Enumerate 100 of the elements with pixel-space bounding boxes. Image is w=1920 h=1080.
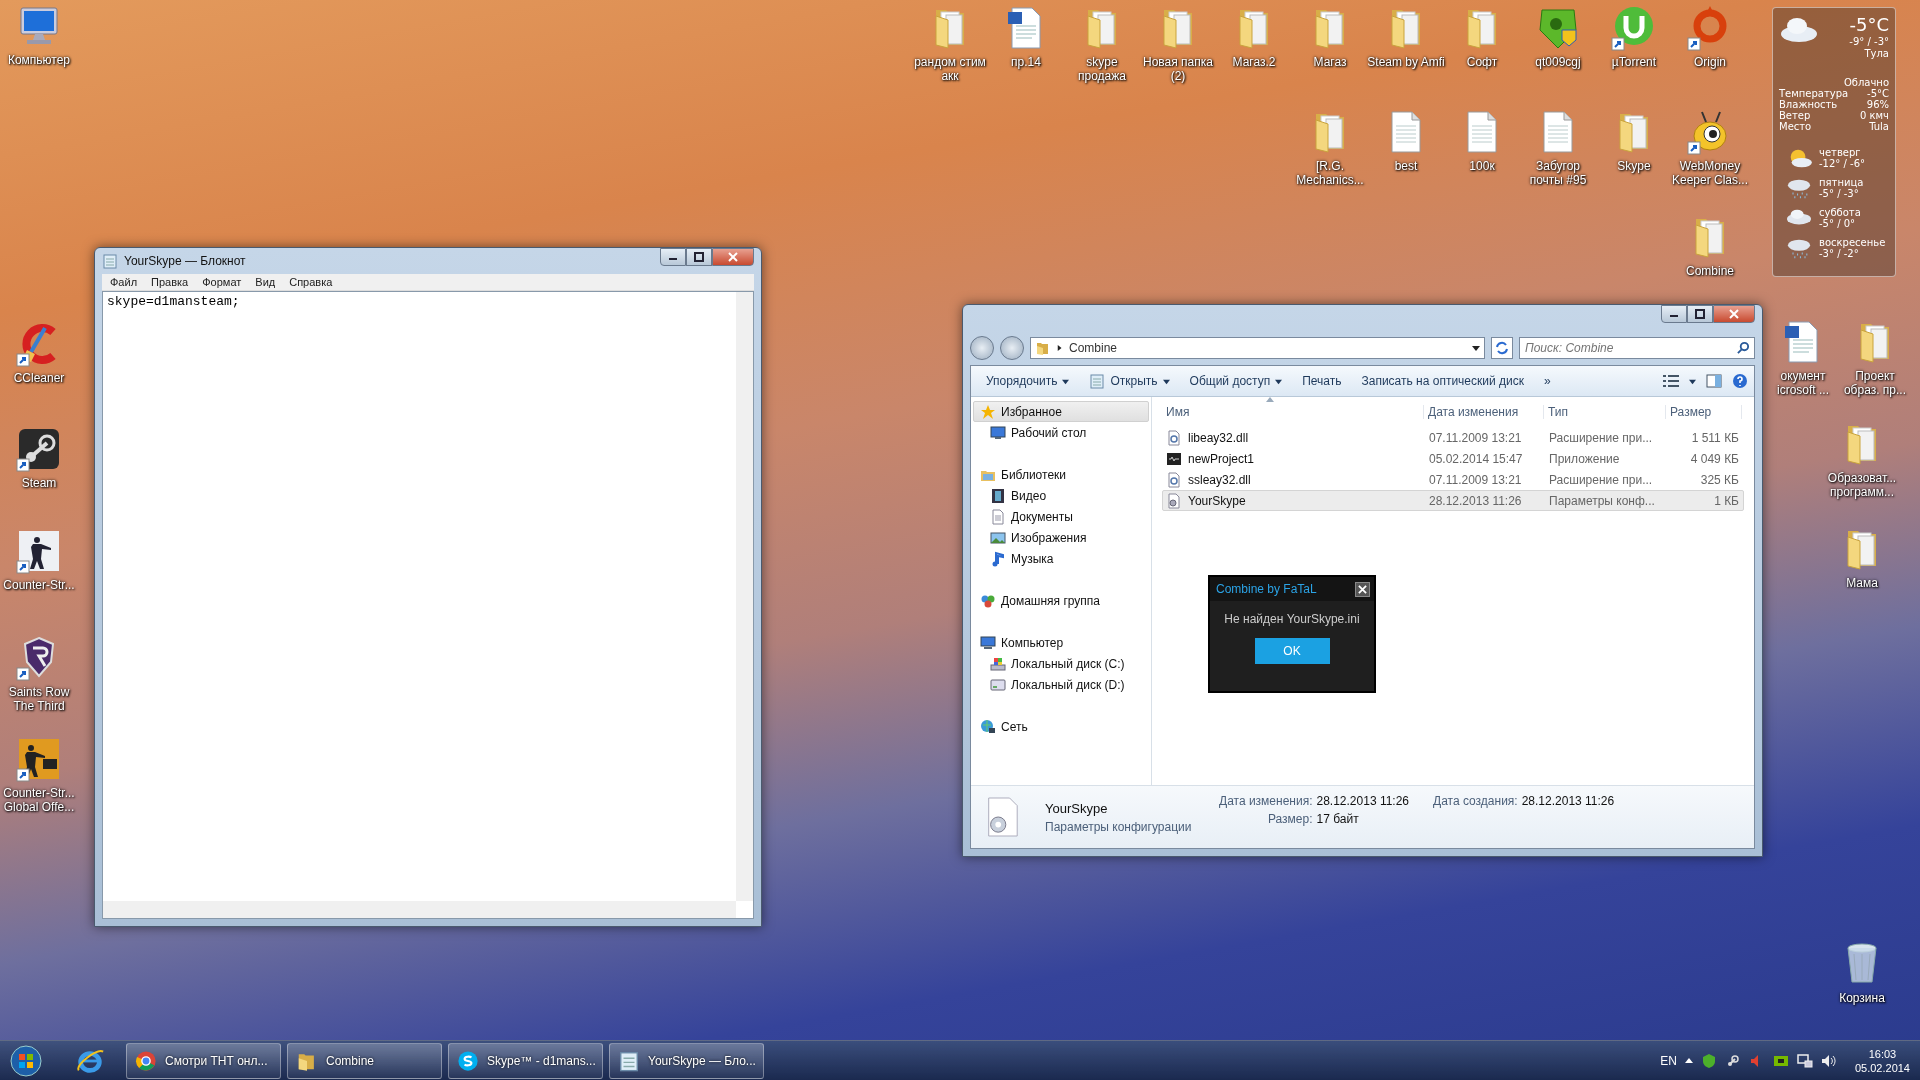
weather-label: Место xyxy=(1779,121,1813,132)
desktop-icon-label[interactable]: Корзина xyxy=(1839,991,1885,1005)
folder-icon xyxy=(1035,340,1051,356)
column-header[interactable]: Тип xyxy=(1544,405,1666,419)
detail-value: 28.12.2013 11:26 xyxy=(1316,794,1410,808)
date-cell-text: 07.11.2009 13:21 xyxy=(1428,472,1523,487)
address-bar[interactable]: Combine xyxy=(1030,337,1485,359)
caret-icon[interactable] xyxy=(1684,1056,1693,1065)
weather-value: Tula xyxy=(1868,121,1889,132)
toolbar-button[interactable]: Упорядочить xyxy=(977,370,1079,392)
caret-icon xyxy=(1062,377,1070,385)
column-header[interactable]: Дата изменения xyxy=(1424,405,1544,419)
nav-item[interactable]: Домашняя группа xyxy=(973,590,1149,611)
maximize-icon xyxy=(1695,309,1705,319)
nav-item[interactable]: Локальный диск (D:) xyxy=(973,674,1149,695)
forecast-day: воскресенье xyxy=(1819,237,1886,248)
taskbar-button[interactable]: Skype™ - d1mans... xyxy=(448,1042,603,1079)
taskbar-button[interactable]: YourSkype — Бло... xyxy=(609,1042,764,1079)
maximize-button[interactable] xyxy=(1687,305,1713,323)
file-row[interactable]: newProject1 05.02.2014 15:47 Приложение 4 049 КБ xyxy=(1162,448,1744,469)
music-note-icon xyxy=(990,550,1006,567)
minimize-button[interactable] xyxy=(660,248,686,266)
file-name: newProject1 xyxy=(1163,450,1425,467)
city-name: Тула xyxy=(1864,48,1889,59)
menu-item[interactable]: Правка xyxy=(151,276,189,288)
shield-icon[interactable] xyxy=(1700,1052,1717,1069)
view-icon[interactable] xyxy=(1663,375,1679,387)
more-button[interactable]: » xyxy=(1535,370,1560,392)
weather-value: -5°C xyxy=(1866,88,1889,99)
forecast-day: суббота xyxy=(1819,207,1861,218)
nav-item[interactable]: Изображения xyxy=(973,527,1149,548)
nav-item[interactable]: Библиотеки xyxy=(973,464,1149,485)
date-cell-text: 28.12.2013 11:26 xyxy=(1428,493,1523,508)
nav-item[interactable]: Сеть xyxy=(973,716,1149,737)
close-icon xyxy=(1358,584,1367,594)
taskbar-button[interactable]: Смотри ТНТ онл... xyxy=(126,1042,281,1079)
nav-item[interactable]: Избранное xyxy=(973,401,1149,422)
help-icon[interactable] xyxy=(1732,373,1748,389)
file-row[interactable]: libeay32.dll 07.11.2009 13:21 Расширение при... 1 511 КБ xyxy=(1162,427,1744,448)
desktop-icon-label[interactable]: Counter-Str... Global Offe... xyxy=(0,786,78,814)
file-row[interactable]: YourSkype 28.12.2013 11:26 Параметры конф... 1 КБ xyxy=(1162,490,1744,511)
toolbar-button[interactable]: Печать xyxy=(1293,370,1351,392)
nav-item[interactable]: Видео xyxy=(973,485,1149,506)
language-indicator[interactable]: EN xyxy=(1660,1053,1677,1068)
back-button[interactable] xyxy=(970,336,994,360)
clock-time[interactable]: 16:03 xyxy=(1868,1046,1897,1061)
refresh-icon xyxy=(1495,341,1509,355)
notepad-icon xyxy=(618,1049,640,1072)
column-header[interactable]: Размер xyxy=(1666,405,1742,419)
minimize-button[interactable] xyxy=(1661,305,1687,323)
menu-item[interactable]: Вид xyxy=(255,276,276,288)
detail-label: Размер: xyxy=(1266,812,1313,826)
close-icon xyxy=(1729,309,1739,319)
file-name: YourSkype xyxy=(1045,800,1109,816)
detail-value: 28.12.2013 11:26 xyxy=(1521,794,1615,808)
file-type: Параметры конфигурации xyxy=(1045,819,1193,834)
nav-item[interactable]: Локальный диск (C:) xyxy=(973,653,1149,674)
weather-value: 0 кмч xyxy=(1859,110,1889,121)
forecast-day: пятница xyxy=(1819,177,1864,188)
taskbar-button[interactable]: Combine xyxy=(287,1042,442,1079)
maximize-button[interactable] xyxy=(686,248,712,266)
weather-label: Температура xyxy=(1779,88,1850,99)
forecast-range: -3° / -2° xyxy=(1819,248,1859,259)
desktop-icon-label[interactable]: Мама xyxy=(1846,576,1878,590)
app-window-icon xyxy=(1166,450,1182,467)
settings-file-icon xyxy=(1166,429,1182,446)
toolbar-button[interactable]: Общий доступ xyxy=(1180,370,1292,392)
type-cell-text: Расширение при... xyxy=(1548,430,1654,445)
size-cell-text: 4 049 КБ xyxy=(1689,451,1740,466)
nav-item[interactable]: Рабочий стол xyxy=(973,422,1149,443)
search-icon xyxy=(1737,341,1750,354)
menu-item[interactable]: Справка xyxy=(289,276,333,288)
search-field[interactable]: Поиск: Combine xyxy=(1519,337,1755,359)
network-icon[interactable] xyxy=(1796,1052,1813,1069)
column-header[interactable]: Имя xyxy=(1162,405,1424,419)
toolbar-button[interactable]: Записать на оптический диск xyxy=(1352,370,1533,392)
settings-file-icon xyxy=(1166,471,1182,488)
preview-pane-icon[interactable] xyxy=(1706,374,1722,388)
menu-item[interactable]: Формат xyxy=(202,276,242,288)
document-icon xyxy=(990,508,1006,525)
nav-item[interactable]: Музыка xyxy=(973,548,1149,569)
desktop-icon-label[interactable]: Образоват... программ... xyxy=(1827,471,1897,499)
round-logo-icon xyxy=(135,1049,157,1072)
nav-item[interactable]: Компьютер xyxy=(973,632,1149,653)
vertical-scrollbar[interactable] xyxy=(736,292,753,901)
maximize-icon xyxy=(694,252,704,262)
file-row[interactable]: ssleay32.dll 07.11.2009 13:21 Расширение при... 325 КБ xyxy=(1162,469,1744,490)
forward-button[interactable] xyxy=(1000,336,1024,360)
nav-item[interactable]: Документы xyxy=(973,506,1149,527)
menu-item[interactable]: Файл xyxy=(110,276,138,288)
file-name: ssleay32.dll xyxy=(1163,471,1425,488)
toolbar-button[interactable]: Открыть xyxy=(1080,369,1179,393)
detail-value: 17 байт xyxy=(1316,812,1360,826)
forecast-range: -5° / -3° xyxy=(1819,188,1860,199)
clock-date[interactable]: 05.02.2014 xyxy=(1854,1060,1910,1075)
close-button[interactable] xyxy=(1355,581,1370,597)
date-cell-text: 05.02.2014 15:47 xyxy=(1428,451,1524,466)
horizontal-scrollbar[interactable] xyxy=(103,901,736,918)
caret-icon[interactable] xyxy=(1689,377,1696,385)
refresh-button[interactable] xyxy=(1491,337,1513,359)
